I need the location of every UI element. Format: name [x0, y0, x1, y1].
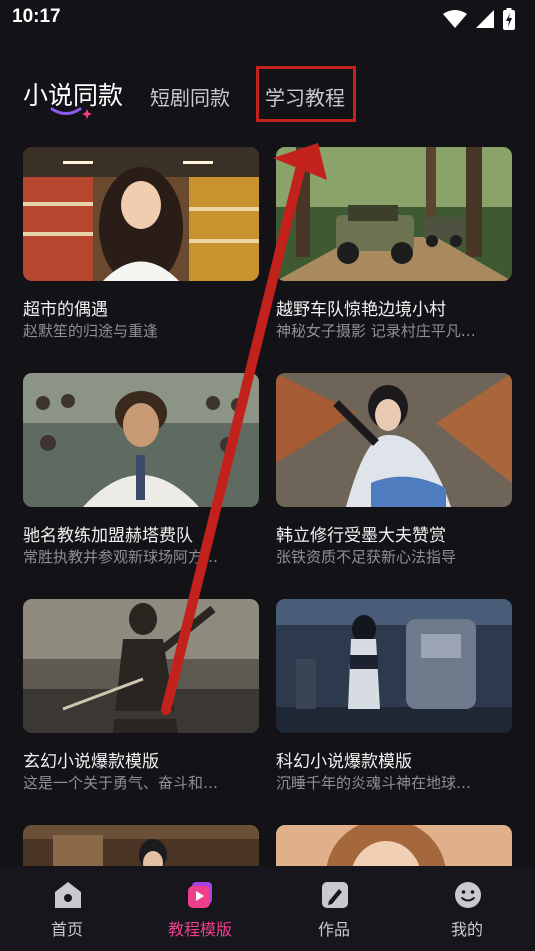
template-grid: 超市的偶遇 赵默笙的归途与重逢 越野车队惊艳边境小村 神秘女子摄影 记录村庄平凡… [0, 147, 535, 867]
card-title: 越野车队惊艳边境小村 [276, 300, 446, 320]
tutorial-tab-highlight-box [256, 66, 356, 122]
bottom-nav: 首页 教程模版 作品 我的 [0, 866, 535, 951]
card-subtitle: 这是一个关于勇气、奋斗和… [23, 774, 219, 792]
template-card[interactable]: 韩立修行受墨大夫赞赏 张铁资质不足获新心法指导 [276, 373, 512, 566]
template-card[interactable]: 超市的偶遇 赵默笙的归途与重逢 [23, 147, 259, 340]
card-subtitle: 神秘女子摄影 记录村庄平凡… [276, 322, 476, 340]
nav-item-profile[interactable]: 我的 [417, 866, 517, 951]
template-card[interactable] [276, 825, 512, 867]
wifi-icon [443, 10, 467, 28]
battery-icon [503, 8, 515, 30]
template-card[interactable]: 科幻小说爆款模版 沉睡千年的炎魂斗神在地球… [276, 599, 512, 792]
card-thumbnail [23, 147, 259, 281]
card-subtitle: 沉睡千年的炎魂斗神在地球… [276, 774, 472, 792]
template-icon [188, 882, 212, 908]
nav-label-works: 作品 [317, 920, 350, 939]
card-thumbnail [276, 147, 512, 281]
nav-item-home[interactable]: 首页 [17, 866, 117, 951]
card-title: 玄幻小说爆款模版 [23, 752, 159, 772]
template-card[interactable]: 越野车队惊艳边境小村 神秘女子摄影 记录村庄平凡… [276, 147, 512, 340]
card-subtitle: 赵默笙的归途与重逢 [23, 322, 159, 340]
card-subtitle: 张铁资质不足获新心法指导 [276, 548, 457, 566]
nav-label-profile: 我的 [450, 920, 483, 939]
nav-item-templates[interactable]: 教程模版 [150, 866, 250, 951]
card-thumbnail [276, 599, 512, 733]
card-thumbnail [23, 825, 259, 867]
nav-label-templates: 教程模版 [167, 920, 232, 939]
card-title: 韩立修行受墨大夫赞赏 [276, 526, 446, 546]
status-bar: 10:17 [0, 0, 535, 38]
works-icon [322, 882, 348, 908]
active-tab-indicator [50, 107, 92, 119]
card-title: 超市的偶遇 [23, 300, 108, 320]
template-card[interactable]: 驰名教练加盟赫塔费队 常胜执教并参观新球场阿方… [23, 373, 259, 566]
status-time: 10:17 [12, 6, 61, 27]
profile-icon [455, 882, 481, 908]
card-title: 驰名教练加盟赫塔费队 [23, 526, 193, 546]
card-thumbnail [276, 373, 512, 507]
home-icon [55, 882, 81, 908]
signal-icon [476, 10, 494, 28]
card-thumbnail [276, 825, 512, 867]
card-subtitle: 常胜执教并参观新球场阿方… [23, 548, 219, 566]
template-card[interactable]: 玄幻小说爆款模版 这是一个关于勇气、奋斗和… [23, 599, 259, 792]
status-icons [443, 8, 515, 30]
template-card[interactable] [23, 825, 259, 867]
nav-label-home: 首页 [50, 920, 83, 939]
nav-item-works[interactable]: 作品 [284, 866, 384, 951]
card-thumbnail [23, 373, 259, 507]
tab-short-drama-style[interactable]: 短剧同款 [150, 82, 230, 111]
card-title: 科幻小说爆款模版 [276, 752, 412, 772]
card-thumbnail [23, 599, 259, 733]
